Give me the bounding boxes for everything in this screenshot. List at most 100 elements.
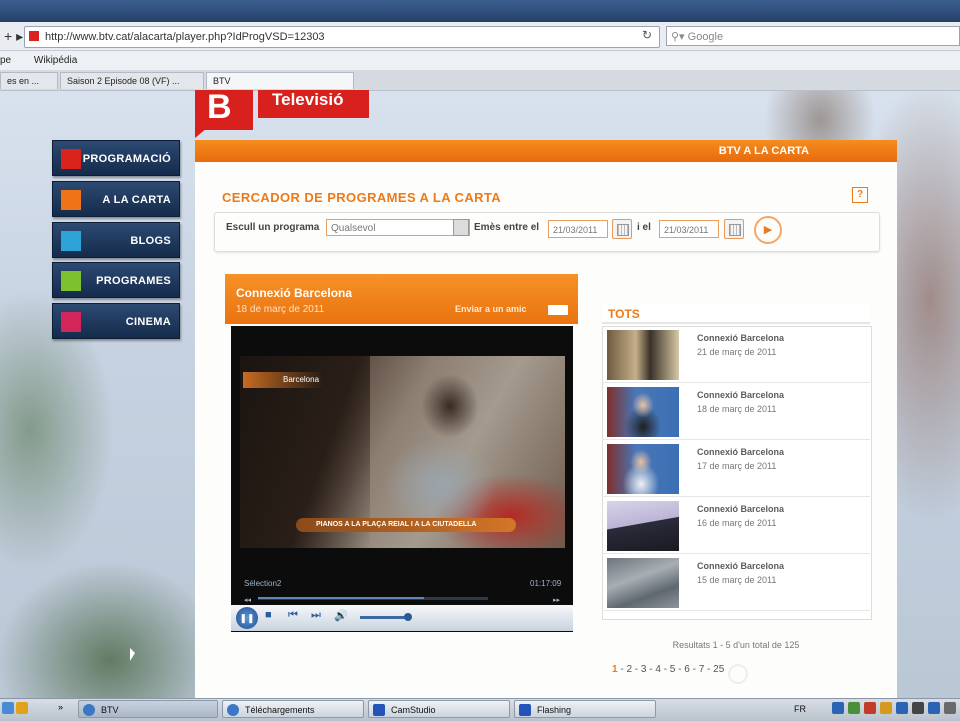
- current-page[interactable]: 1: [612, 664, 618, 675]
- url-text: http://www.btv.cat/alacarta/player.php?I…: [45, 31, 325, 43]
- logo-letter: B: [207, 88, 232, 126]
- nav-label: CINEMA: [125, 316, 171, 328]
- item-title[interactable]: Connexió Barcelona: [697, 390, 784, 400]
- btv-logo[interactable]: B: [195, 88, 253, 130]
- thumbnail-aerial[interactable]: [607, 558, 679, 608]
- pause-button[interactable]: ❚❚: [236, 607, 258, 629]
- tray-icon[interactable]: [864, 702, 876, 714]
- between-label: Emès entre el: [474, 222, 540, 233]
- nav-blogs[interactable]: BLOGS: [52, 222, 180, 258]
- program-label: Escull un programa: [226, 222, 320, 233]
- chevron-down-icon[interactable]: [453, 219, 469, 236]
- address-bar[interactable]: http://www.btv.cat/alacarta/player.php?I…: [24, 26, 660, 48]
- square-icon: [61, 149, 81, 169]
- app-icon: [519, 704, 531, 716]
- list-item[interactable]: Connexió Barcelona 15 de març de 2011: [602, 555, 870, 611]
- taskbar-label: Téléchargements: [245, 705, 315, 715]
- item-title[interactable]: Connexió Barcelona: [697, 447, 784, 457]
- volume-icon[interactable]: 🔊: [334, 609, 348, 622]
- rewind-icon[interactable]: ◂◂: [244, 596, 251, 604]
- page-links[interactable]: - 2 - 3 - 4 - 5 - 6 - 7 - 25: [620, 664, 724, 675]
- and-label: i el: [637, 222, 651, 233]
- thumbnail-train[interactable]: [607, 501, 679, 551]
- add-icon[interactable]: + ▸: [4, 28, 23, 45]
- calendar-icon[interactable]: [724, 219, 744, 239]
- nav-cinema[interactable]: CINEMA: [52, 303, 180, 339]
- camstudio-icon: [373, 704, 385, 716]
- item-date: 15 de març de 2011: [697, 575, 777, 585]
- tray-icon[interactable]: [832, 702, 844, 714]
- previous-icon[interactable]: ⏮: [288, 609, 298, 622]
- nav-label: PROGRAMES: [96, 275, 171, 287]
- search-input[interactable]: ⚲▾ Google: [666, 26, 960, 46]
- browser-tab[interactable]: Saison 2 Episode 08 (VF) ...: [60, 72, 204, 89]
- bookmark-wikipedia[interactable]: Wikipédia: [34, 55, 77, 66]
- seek-progress: [258, 597, 424, 599]
- pagination: 1 - 2 - 3 - 4 - 5 - 6 - 7 - 25: [612, 664, 724, 675]
- item-title[interactable]: Connexió Barcelona: [697, 333, 784, 343]
- square-icon: [61, 271, 81, 291]
- nav-programacio[interactable]: PROGRAMACIÓ: [52, 140, 180, 176]
- date-to-field[interactable]: 21/03/2011: [659, 220, 719, 238]
- date-from-field[interactable]: 21/03/2011: [548, 220, 608, 238]
- calendar-icon[interactable]: [612, 219, 632, 239]
- taskbar-label: BTV: [101, 705, 119, 715]
- video-title: Connexió Barcelona: [236, 286, 353, 300]
- taskbar-item-downloads[interactable]: Téléchargements: [222, 700, 364, 718]
- header-bar: BTV A LA CARTA: [195, 140, 897, 162]
- mail-icon[interactable]: [548, 305, 568, 315]
- item-title[interactable]: Connexió Barcelona: [697, 561, 784, 571]
- taskbar-label: Flashing: [537, 705, 572, 715]
- next-icon[interactable]: ⏭: [311, 609, 321, 622]
- browser-tab-active[interactable]: BTV: [206, 72, 354, 89]
- bookmark-item[interactable]: pe: [0, 55, 11, 66]
- player-time: 01:17:09: [530, 579, 562, 588]
- results-count: Resultats 1 - 5 d'un total de 125: [672, 640, 800, 650]
- language-indicator[interactable]: FR: [794, 704, 806, 714]
- item-date: 18 de març de 2011: [697, 404, 777, 414]
- thumbnail-presenter[interactable]: [607, 387, 679, 437]
- volume-slider[interactable]: [360, 616, 408, 619]
- search-placeholder: Google: [687, 31, 724, 43]
- volume-knob[interactable]: [404, 613, 412, 621]
- list-item[interactable]: Connexió Barcelona 16 de març de 2011: [602, 498, 870, 554]
- chevron-right-icon[interactable]: »: [58, 702, 63, 712]
- video-channel-logo: Barcelona: [243, 372, 323, 388]
- nav-a-la-carta[interactable]: A LA CARTA: [52, 181, 180, 217]
- desktop-icon[interactable]: [2, 702, 14, 714]
- list-item[interactable]: Connexió Barcelona 17 de març de 2011: [602, 441, 870, 497]
- thumbnail-presenter[interactable]: [607, 444, 679, 494]
- play-icon: ▶: [763, 224, 773, 236]
- help-icon[interactable]: ?: [852, 187, 868, 203]
- list-item[interactable]: Connexió Barcelona 21 de març de 2011: [602, 327, 870, 383]
- square-icon: [61, 190, 81, 210]
- item-title[interactable]: Connexió Barcelona: [697, 504, 784, 514]
- nav-label: BLOGS: [130, 235, 171, 247]
- tray-icon[interactable]: [848, 702, 860, 714]
- list-item[interactable]: Connexió Barcelona 18 de març de 2011: [602, 384, 870, 440]
- fullscreen-icon[interactable]: ▸▸: [553, 596, 560, 604]
- search-title: CERCADOR DE PROGRAMES A LA CARTA: [222, 190, 502, 205]
- thumbnail-street[interactable]: [607, 330, 679, 380]
- video-lower-third: PIANOS A LA PLAÇA REIAL I A LA CIUTADELL…: [296, 518, 516, 532]
- tray-icon[interactable]: [928, 702, 940, 714]
- taskbar-item-btv[interactable]: BTV: [78, 700, 218, 718]
- stop-icon[interactable]: ■: [265, 609, 272, 621]
- browser-tab[interactable]: es en ...: [0, 72, 58, 89]
- folder-icon[interactable]: [16, 702, 28, 714]
- tray-icon[interactable]: [912, 702, 924, 714]
- taskbar-item-camstudio[interactable]: CamStudio: [368, 700, 510, 718]
- tray-icon[interactable]: [880, 702, 892, 714]
- send-to-friend-link[interactable]: Enviar a un amic: [455, 304, 527, 314]
- tray-icon[interactable]: [896, 702, 908, 714]
- nav-programes[interactable]: PROGRAMES: [52, 262, 180, 298]
- bookmarks-bar: pe Wikipédia: [0, 51, 960, 70]
- site-favicon-icon: [29, 31, 39, 41]
- program-select[interactable]: Qualsevol: [326, 219, 470, 236]
- taskbar-item-flashing[interactable]: Flashing: [514, 700, 656, 718]
- list-heading: TOTS: [602, 304, 870, 324]
- reload-icon[interactable]: ↻: [642, 28, 652, 42]
- tray-icon[interactable]: [944, 702, 956, 714]
- search-submit-button[interactable]: ▶: [754, 216, 782, 244]
- taskbar-label: CamStudio: [391, 705, 436, 715]
